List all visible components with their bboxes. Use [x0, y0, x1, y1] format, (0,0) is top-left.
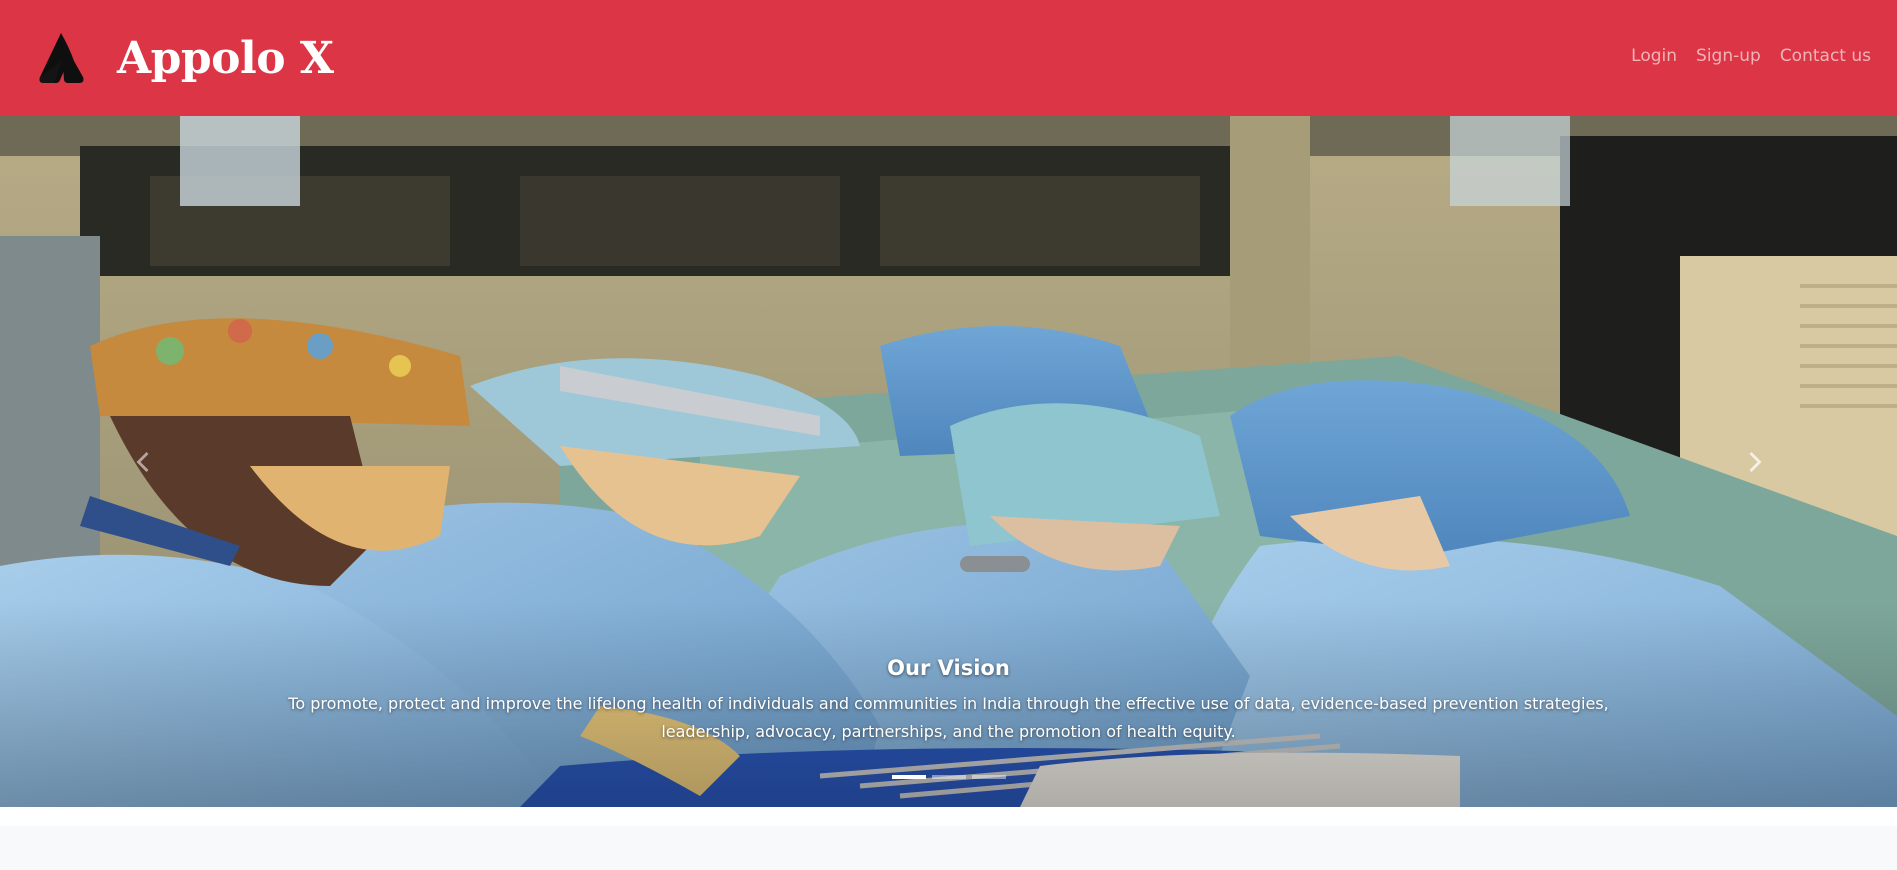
carousel-indicators — [0, 775, 1897, 779]
carousel-indicator-1[interactable] — [891, 775, 926, 779]
caption-text: To promote, protect and improve the life… — [288, 694, 1609, 741]
carousel-caption: Our Vision To promote, protect and impro… — [260, 654, 1637, 746]
carousel-indicator-3[interactable] — [971, 775, 1006, 779]
nav-links: Login Sign-up Contact us — [1631, 46, 1871, 66]
content-section — [0, 826, 1897, 870]
caption-title: Our Vision — [887, 656, 1010, 680]
brand-logo-icon — [39, 33, 84, 83]
brand-name: Appolo X — [117, 32, 334, 84]
nav-login-link[interactable]: Login — [1631, 46, 1677, 66]
carousel-next-button[interactable] — [1612, 116, 1897, 807]
chevron-right-icon — [1749, 451, 1761, 472]
nav-signup-link[interactable]: Sign-up — [1696, 46, 1761, 66]
carousel-prev-button[interactable] — [0, 116, 285, 807]
nav-contact-link[interactable]: Contact us — [1780, 46, 1871, 66]
brand-link[interactable]: Appolo X — [34, 31, 334, 85]
chevron-left-icon — [136, 451, 148, 472]
navbar: Appolo X Login Sign-up Contact us — [0, 0, 1897, 116]
carousel-indicator-2[interactable] — [931, 775, 966, 779]
hero-carousel: Our Vision To promote, protect and impro… — [0, 116, 1897, 807]
